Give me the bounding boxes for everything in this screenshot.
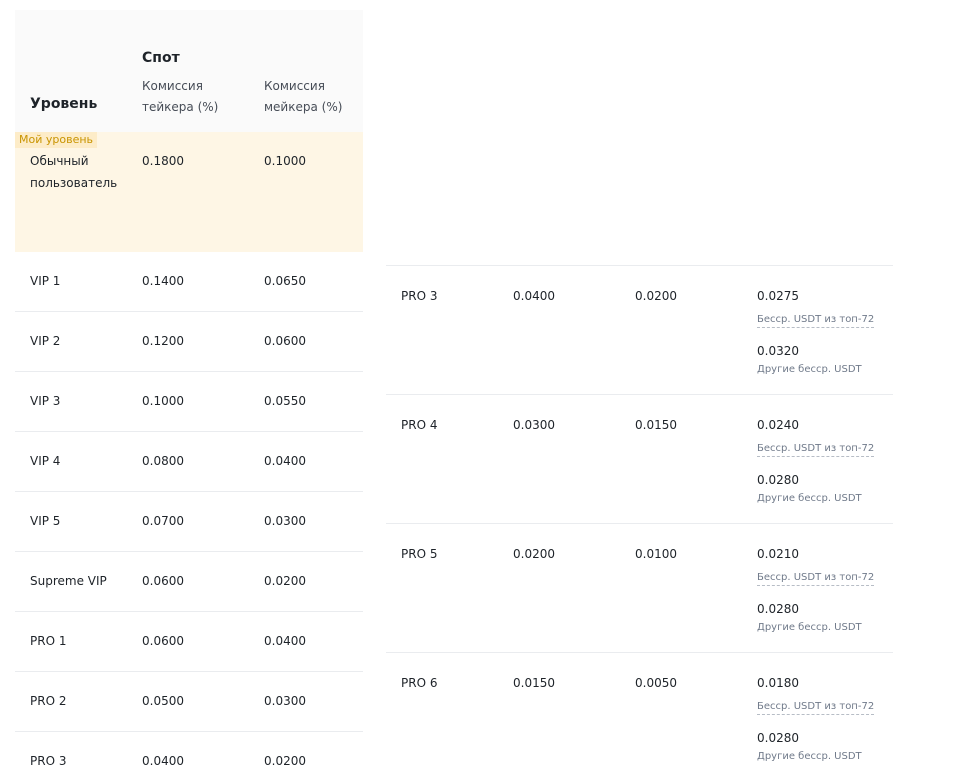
maker-cell: 0.0400: [264, 454, 306, 468]
header-spot: Спот: [142, 50, 180, 66]
taker-cell: 0.0300: [513, 418, 555, 432]
header-level: Уровень: [30, 96, 98, 112]
pro-row: PRO 4 0.0300 0.0150 0.0240 Бесср. USDT и…: [386, 395, 893, 524]
table-row: PRO 2 0.0500 0.0300: [15, 672, 363, 732]
header-maker-fee: Комиссия мейкера (%): [264, 79, 343, 114]
level-cell: PRO 1: [30, 634, 67, 648]
taker-cell: 0.1400: [142, 274, 184, 288]
fee-other-label: Другие бесср. USDT: [757, 751, 862, 762]
fee-top-label[interactable]: Бесср. USDT из топ-72: [757, 442, 875, 457]
my-level-row: Мой уровень Обычный пользователь 0.1800 …: [15, 132, 363, 252]
taker-cell: 0.0500: [142, 694, 184, 708]
my-level-badge: Мой уровень: [15, 132, 98, 148]
fee-other-label: Другие бесср. USDT: [757, 493, 862, 504]
header-taker-fee: Комиссия тейкера (%): [142, 79, 219, 114]
usdt-fee-block: 0.0275 Бесср. USDT из топ-72 0.0320 Друг…: [757, 285, 893, 388]
level-cell: VIP 1: [30, 274, 61, 288]
fee-other-value: 0.0280: [757, 731, 799, 745]
table-row: VIP 2 0.1200 0.0600: [15, 312, 363, 372]
pro-fee-table: PRO 3 0.0400 0.0200 0.0275 Бесср. USDT и…: [386, 265, 893, 769]
fee-top-value: 0.0240: [757, 418, 799, 432]
usdt-fee-block: 0.0240 Бесср. USDT из топ-72 0.0280 Друг…: [757, 414, 893, 517]
level-cell: PRO 3: [401, 289, 438, 303]
maker-cell: 0.0300: [264, 514, 306, 528]
level-cell: Обычный пользователь: [30, 154, 118, 190]
table-row: Supreme VIP 0.0600 0.0200: [15, 552, 363, 612]
maker-cell: 0.1000: [264, 154, 306, 168]
pro-row: PRO 5 0.0200 0.0100 0.0210 Бесср. USDT и…: [386, 524, 893, 653]
fee-other-value: 0.0280: [757, 473, 799, 487]
level-cell: PRO 5: [401, 547, 438, 561]
taker-cell: 0.0400: [142, 754, 184, 768]
taker-cell: 0.0800: [142, 454, 184, 468]
table-row: VIP 1 0.1400 0.0650: [15, 252, 363, 312]
taker-cell: 0.1000: [142, 394, 184, 408]
maker-cell: 0.0200: [264, 754, 306, 768]
fee-other-value: 0.0280: [757, 602, 799, 616]
maker-cell: 0.0400: [264, 634, 306, 648]
level-cell: Supreme VIP: [30, 574, 107, 588]
table-header: Уровень Спот Комиссия тейкера (%) Комисс…: [15, 10, 363, 132]
usdt-fee-block: 0.0210 Бесср. USDT из топ-72 0.0280 Друг…: [757, 543, 893, 646]
maker-cell: 0.0650: [264, 274, 306, 288]
maker-cell: 0.0600: [264, 334, 306, 348]
taker-cell: 0.1800: [142, 154, 184, 168]
level-cell: PRO 6: [401, 676, 438, 690]
fee-other-label: Другие бесср. USDT: [757, 622, 862, 633]
maker-cell: 0.0300: [264, 694, 306, 708]
taker-cell: 0.1200: [142, 334, 184, 348]
taker-cell: 0.0600: [142, 574, 184, 588]
fee-top-value: 0.0210: [757, 547, 799, 561]
table-row: PRO 1 0.0600 0.0400: [15, 612, 363, 672]
fee-top-value: 0.0275: [757, 289, 799, 303]
pro-row: PRO 6 0.0150 0.0050 0.0180 Бесср. USDT и…: [386, 653, 893, 769]
fee-top-value: 0.0180: [757, 676, 799, 690]
level-cell: PRO 2: [30, 694, 67, 708]
taker-cell: 0.0150: [513, 676, 555, 690]
fee-top-label[interactable]: Бесср. USDT из топ-72: [757, 571, 875, 586]
fee-other-value: 0.0320: [757, 344, 799, 358]
table-row: PRO 3 0.0400 0.0200: [15, 732, 363, 769]
table-row: VIP 4 0.0800 0.0400: [15, 432, 363, 492]
fee-top-label[interactable]: Бесср. USDT из топ-72: [757, 313, 875, 328]
maker-cell: 0.0200: [264, 574, 306, 588]
taker-cell: 0.0200: [513, 547, 555, 561]
taker-cell: 0.0700: [142, 514, 184, 528]
fee-schedule-page: Уровень Спот Комиссия тейкера (%) Комисс…: [0, 0, 959, 769]
fee-top-label[interactable]: Бесср. USDT из топ-72: [757, 700, 875, 715]
maker-cell: 0.0200: [635, 289, 677, 303]
level-cell: PRO 4: [401, 418, 438, 432]
taker-cell: 0.0600: [142, 634, 184, 648]
maker-cell: 0.0100: [635, 547, 677, 561]
level-cell: VIP 3: [30, 394, 61, 408]
table-row: VIP 5 0.0700 0.0300: [15, 492, 363, 552]
level-cell: VIP 5: [30, 514, 61, 528]
maker-cell: 0.0550: [264, 394, 306, 408]
spot-fee-table: Уровень Спот Комиссия тейкера (%) Комисс…: [15, 10, 363, 769]
taker-cell: 0.0400: [513, 289, 555, 303]
table-row: VIP 3 0.1000 0.0550: [15, 372, 363, 432]
maker-cell: 0.0050: [635, 676, 677, 690]
level-cell: PRO 3: [30, 754, 67, 768]
fee-other-label: Другие бесср. USDT: [757, 364, 862, 375]
level-cell: VIP 4: [30, 454, 61, 468]
level-cell: VIP 2: [30, 334, 61, 348]
maker-cell: 0.0150: [635, 418, 677, 432]
usdt-fee-block: 0.0180 Бесср. USDT из топ-72 0.0280 Друг…: [757, 672, 893, 769]
pro-row: PRO 3 0.0400 0.0200 0.0275 Бесср. USDT и…: [386, 266, 893, 395]
